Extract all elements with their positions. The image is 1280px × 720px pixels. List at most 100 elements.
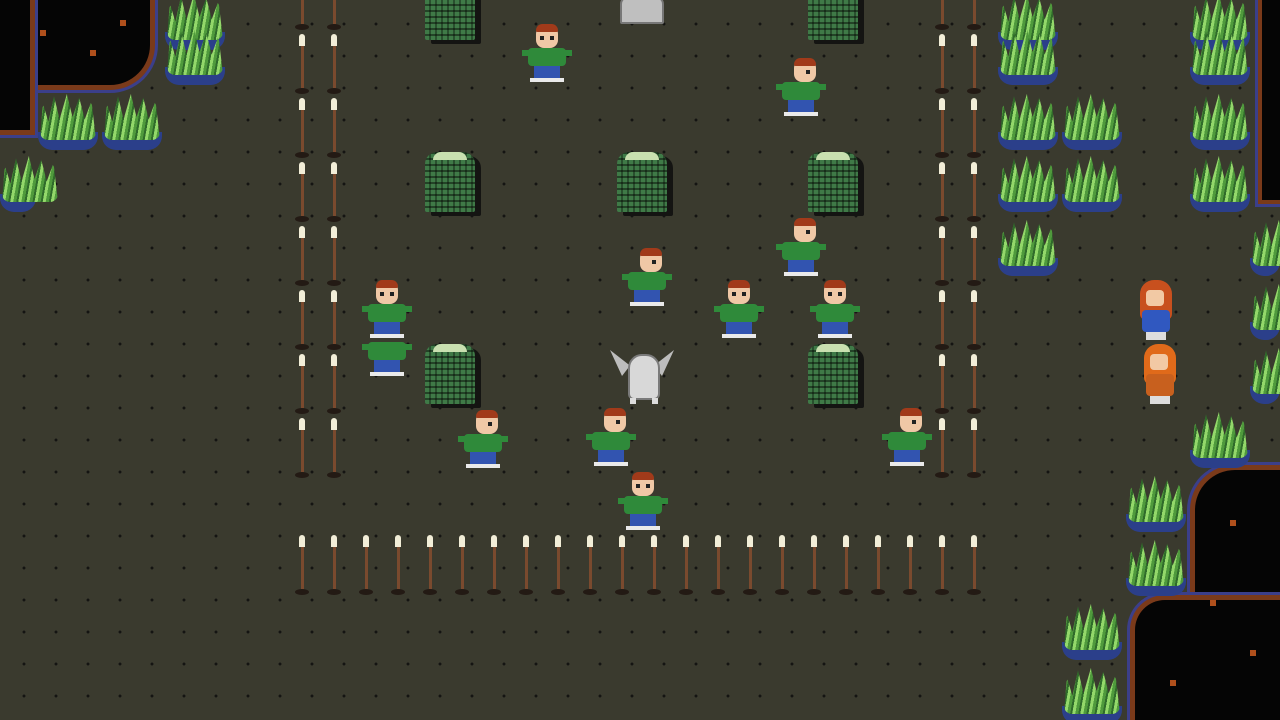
fence-post-icon [967, 290, 981, 350]
zombie-sprite[interactable] [710, 280, 766, 340]
rock-speck [90, 50, 96, 56]
bush-icon [998, 152, 1058, 212]
fence-post-icon [295, 418, 309, 478]
rock-speck [120, 20, 126, 26]
bush-icon [1190, 152, 1250, 212]
fence-post-icon [391, 535, 405, 595]
party-member-sprite[interactable] [1134, 344, 1186, 406]
grave-marker-icon[interactable] [620, 0, 664, 24]
fence-post-icon [327, 354, 341, 414]
fence-post-icon [327, 418, 341, 478]
fence-post-icon [967, 162, 981, 222]
bush-icon [1062, 152, 1122, 212]
fence-post-icon [423, 535, 437, 595]
tombstone-icon[interactable] [617, 152, 667, 212]
fence-post-icon [295, 0, 309, 30]
zombie-sprite[interactable] [582, 408, 638, 468]
fence-post-icon [775, 535, 789, 595]
bush-icon [1126, 536, 1186, 596]
zombie-sprite[interactable] [518, 24, 574, 84]
fence-post-icon [295, 34, 309, 94]
zombie-sprite[interactable] [358, 318, 414, 378]
bush-icon [102, 90, 162, 150]
void-region-right [1262, 0, 1280, 200]
hero-sprite[interactable] [1130, 280, 1182, 342]
fence-post-icon [583, 535, 597, 595]
ghost-sprite[interactable] [610, 344, 674, 408]
zombie-sprite[interactable] [454, 410, 510, 470]
fence-post-icon [327, 162, 341, 222]
bush-icon [1062, 90, 1122, 150]
fence-post-icon [935, 354, 949, 414]
fence-post-icon [295, 535, 309, 595]
fence-post-icon [359, 535, 373, 595]
fence-post-icon [551, 535, 565, 595]
fence-post-icon [295, 226, 309, 286]
fence-post-icon [935, 34, 949, 94]
void-region-top-left-2 [0, 0, 30, 130]
zombie-sprite[interactable] [614, 472, 670, 532]
fence-post-icon [647, 535, 661, 595]
zombie-sprite[interactable] [806, 280, 862, 340]
tombstone-icon[interactable] [808, 152, 858, 212]
fence-post-icon [487, 535, 501, 595]
zombie-sprite[interactable] [878, 408, 934, 468]
bush-icon [1250, 280, 1280, 340]
fence-post-icon [711, 535, 725, 595]
fence-post-icon [967, 34, 981, 94]
rock-speck [1250, 650, 1256, 656]
fence-post-icon [935, 535, 949, 595]
fence-post-icon [615, 535, 629, 595]
fence-post-icon [327, 535, 341, 595]
bush-icon [165, 25, 225, 85]
bush-icon [1250, 216, 1280, 276]
bush-icon [998, 216, 1058, 276]
fence-post-icon [935, 226, 949, 286]
fence-post-icon [967, 354, 981, 414]
fence-post-icon [967, 226, 981, 286]
rock-speck [40, 30, 46, 36]
fence-post-icon [871, 535, 885, 595]
fence-post-icon [327, 290, 341, 350]
fence-post-icon [295, 162, 309, 222]
zombie-sprite[interactable] [772, 58, 828, 118]
bush-icon [1190, 90, 1250, 150]
bush-icon [38, 90, 98, 150]
fence-post-icon [455, 535, 469, 595]
bush-icon [0, 152, 36, 212]
fence-post-icon [935, 290, 949, 350]
tombstone-icon[interactable] [808, 0, 858, 40]
tombstone-icon[interactable] [808, 344, 858, 404]
game-viewport[interactable] [0, 0, 1280, 720]
tombstone-icon[interactable] [425, 344, 475, 404]
fence-post-icon [935, 418, 949, 478]
rock-speck [1170, 680, 1176, 686]
fence-post-icon [295, 290, 309, 350]
bush-icon [1062, 664, 1122, 720]
rock-speck [1230, 520, 1236, 526]
fence-post-icon [327, 226, 341, 286]
bush-icon [1190, 25, 1250, 85]
fence-post-icon [519, 535, 533, 595]
tombstone-icon[interactable] [425, 0, 475, 40]
bush-icon [1190, 408, 1250, 468]
fence-post-icon [327, 34, 341, 94]
zombie-sprite[interactable] [618, 248, 674, 308]
fence-post-icon [295, 98, 309, 158]
fence-post-icon [967, 98, 981, 158]
fence-post-icon [967, 535, 981, 595]
fence-post-icon [935, 98, 949, 158]
rock-speck [1210, 600, 1216, 606]
tombstone-icon[interactable] [425, 152, 475, 212]
bush-icon [998, 25, 1058, 85]
fence-post-icon [743, 535, 757, 595]
void-region-bottom-right-2 [1135, 600, 1280, 720]
zombie-sprite[interactable] [772, 218, 828, 278]
fence-post-icon [807, 535, 821, 595]
fence-post-icon [935, 162, 949, 222]
bush-icon [998, 90, 1058, 150]
fence-post-icon [967, 0, 981, 30]
bush-icon [1062, 600, 1122, 660]
fence-post-icon [903, 535, 917, 595]
fence-post-icon [679, 535, 693, 595]
